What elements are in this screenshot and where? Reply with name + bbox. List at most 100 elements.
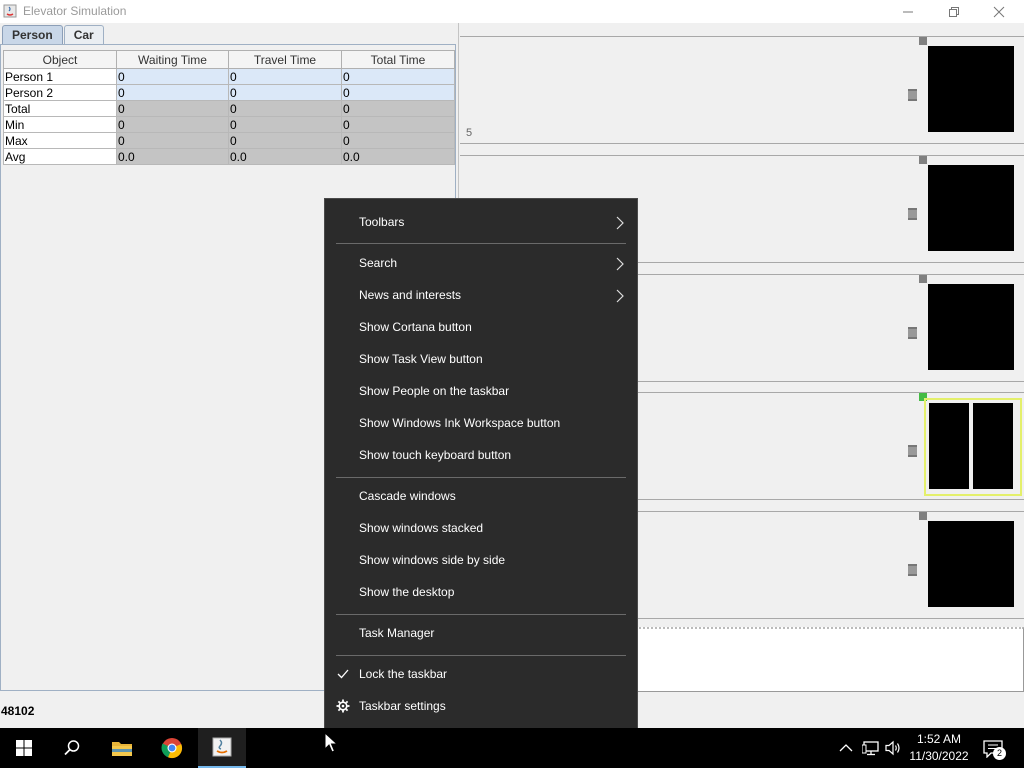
value-cell[interactable]: 0 xyxy=(116,116,229,133)
windows-logo-icon xyxy=(16,740,32,756)
search-icon xyxy=(64,740,80,756)
chevron-up-icon[interactable] xyxy=(839,739,853,757)
window-title: Elevator Simulation xyxy=(23,4,127,18)
menu-item-task-manager[interactable]: Task Manager xyxy=(325,618,637,650)
elevator-door-right xyxy=(973,403,1013,489)
taskbar: 1:52 AM 11/30/2022 2 xyxy=(0,728,1024,768)
menu-item-taskbar-settings[interactable]: Taskbar settings xyxy=(325,691,637,723)
value-cell[interactable]: 0 xyxy=(341,100,455,117)
java-app-taskbar-button[interactable] xyxy=(198,728,246,768)
minimize-button[interactable] xyxy=(885,0,931,23)
elevator-car-open xyxy=(924,398,1022,496)
menu-item-show-people[interactable]: Show People on the taskbar xyxy=(325,376,637,408)
value-cell[interactable]: 0 xyxy=(116,100,229,117)
table-row[interactable]: Max 0 0 0 xyxy=(3,132,455,149)
table-header-row: Object Waiting Time Travel Time Total Ti… xyxy=(3,50,455,69)
value-cell[interactable]: 0 xyxy=(341,116,455,133)
floor-call-button[interactable] xyxy=(908,208,917,220)
table-row[interactable]: Min 0 0 0 xyxy=(3,116,455,133)
row-label-cell[interactable]: Max xyxy=(3,132,117,149)
value-cell[interactable]: 0.0 xyxy=(341,148,455,165)
tab-strip: Person Car xyxy=(2,25,105,45)
table-row[interactable]: Avg 0.0 0.0 0.0 xyxy=(3,148,455,165)
close-icon xyxy=(993,6,1005,17)
floor-call-button[interactable] xyxy=(908,564,917,576)
row-label-cell[interactable]: Person 1 xyxy=(3,68,117,85)
menu-item-news-and-interests[interactable]: News and interests xyxy=(325,280,637,312)
menu-separator xyxy=(336,243,626,244)
menu-separator xyxy=(336,614,626,615)
restore-icon xyxy=(949,6,959,17)
column-header-waiting-time[interactable]: Waiting Time xyxy=(116,50,229,69)
chrome-button[interactable] xyxy=(148,728,196,768)
column-header-object[interactable]: Object xyxy=(3,50,117,69)
value-cell[interactable]: 0 xyxy=(116,132,229,149)
value-cell[interactable]: 0.0 xyxy=(228,148,342,165)
gear-icon xyxy=(336,699,350,713)
clock-date: 11/30/2022 xyxy=(909,749,969,763)
value-cell[interactable]: 0 xyxy=(228,116,342,133)
tab-car[interactable]: Car xyxy=(63,25,104,45)
car-position-marker xyxy=(919,275,927,283)
value-cell[interactable]: 0 xyxy=(116,68,229,85)
chevron-right-icon xyxy=(616,289,624,303)
value-cell[interactable]: 0 xyxy=(228,132,342,149)
java-icon xyxy=(212,737,232,757)
java-app-icon xyxy=(3,4,17,18)
clock-time: 1:52 AM xyxy=(916,732,962,746)
value-cell[interactable]: 0 xyxy=(228,100,342,117)
taskbar-search-button[interactable] xyxy=(48,728,96,768)
value-cell[interactable]: 0 xyxy=(341,132,455,149)
notification-count-badge: 2 xyxy=(993,747,1006,760)
value-cell[interactable]: 0 xyxy=(341,84,455,101)
value-cell[interactable]: 0 xyxy=(116,84,229,101)
table-row[interactable]: Person 2000 xyxy=(3,84,455,101)
row-label-cell[interactable]: Min xyxy=(3,116,117,133)
network-icon[interactable] xyxy=(862,739,880,757)
value-cell[interactable]: 0 xyxy=(228,68,342,85)
table-row[interactable]: Person 1000 xyxy=(3,68,455,85)
elevator-car-closed xyxy=(928,165,1014,251)
menu-item-show-cortana-button[interactable]: Show Cortana button xyxy=(325,312,637,344)
value-cell[interactable]: 0 xyxy=(228,84,342,101)
column-header-travel-time[interactable]: Travel Time xyxy=(228,50,342,69)
floor-call-button[interactable] xyxy=(908,89,917,101)
volume-icon[interactable] xyxy=(884,739,902,757)
menu-item-cascade-windows[interactable]: Cascade windows xyxy=(325,481,637,513)
row-label-cell[interactable]: Avg xyxy=(3,148,117,165)
statistics-table: Object Waiting Time Travel Time Total Ti… xyxy=(3,50,455,165)
menu-item-show-windows-stacked[interactable]: Show windows stacked xyxy=(325,513,637,545)
row-label-cell[interactable]: Person 2 xyxy=(3,84,117,101)
chrome-icon xyxy=(161,738,183,759)
menu-item-show-task-view-button[interactable]: Show Task View button xyxy=(325,344,637,376)
menu-item-lock-the-taskbar[interactable]: Lock the taskbar xyxy=(325,659,637,691)
elevator-car-closed xyxy=(928,521,1014,607)
restore-button[interactable] xyxy=(931,0,977,23)
menu-separator xyxy=(336,477,626,478)
menu-item-show-touch-keyboard[interactable]: Show touch keyboard button xyxy=(325,440,637,472)
floor-call-button[interactable] xyxy=(908,327,917,339)
title-bar: Elevator Simulation xyxy=(0,0,1024,23)
menu-item-toolbars[interactable]: Toolbars xyxy=(325,207,637,239)
menu-item-search[interactable]: Search xyxy=(325,248,637,280)
file-explorer-button[interactable] xyxy=(98,728,146,768)
menu-item-show-the-desktop[interactable]: Show the desktop xyxy=(325,577,637,609)
menu-item-show-windows-ink[interactable]: Show Windows Ink Workspace button xyxy=(325,408,637,440)
value-cell[interactable]: 0.0 xyxy=(116,148,229,165)
elevator-car-closed xyxy=(928,46,1014,132)
car-position-marker xyxy=(919,156,927,164)
mouse-cursor-icon xyxy=(324,732,338,753)
column-header-total-time[interactable]: Total Time xyxy=(341,50,455,69)
elevator-door-left xyxy=(929,403,969,489)
floor-call-button[interactable] xyxy=(908,445,917,457)
tab-person[interactable]: Person xyxy=(2,25,63,45)
table-row[interactable]: Total 0 0 0 xyxy=(3,100,455,117)
start-button[interactable] xyxy=(0,728,48,768)
system-clock[interactable]: 1:52 AM 11/30/2022 xyxy=(906,731,972,765)
close-button[interactable] xyxy=(976,0,1022,23)
row-label-cell[interactable]: Total xyxy=(3,100,117,117)
menu-item-show-windows-side-by-side[interactable]: Show windows side by side xyxy=(325,545,637,577)
log-area[interactable] xyxy=(636,627,1024,692)
value-cell[interactable]: 0 xyxy=(341,68,455,85)
floor-number-label: 5 xyxy=(466,127,473,139)
